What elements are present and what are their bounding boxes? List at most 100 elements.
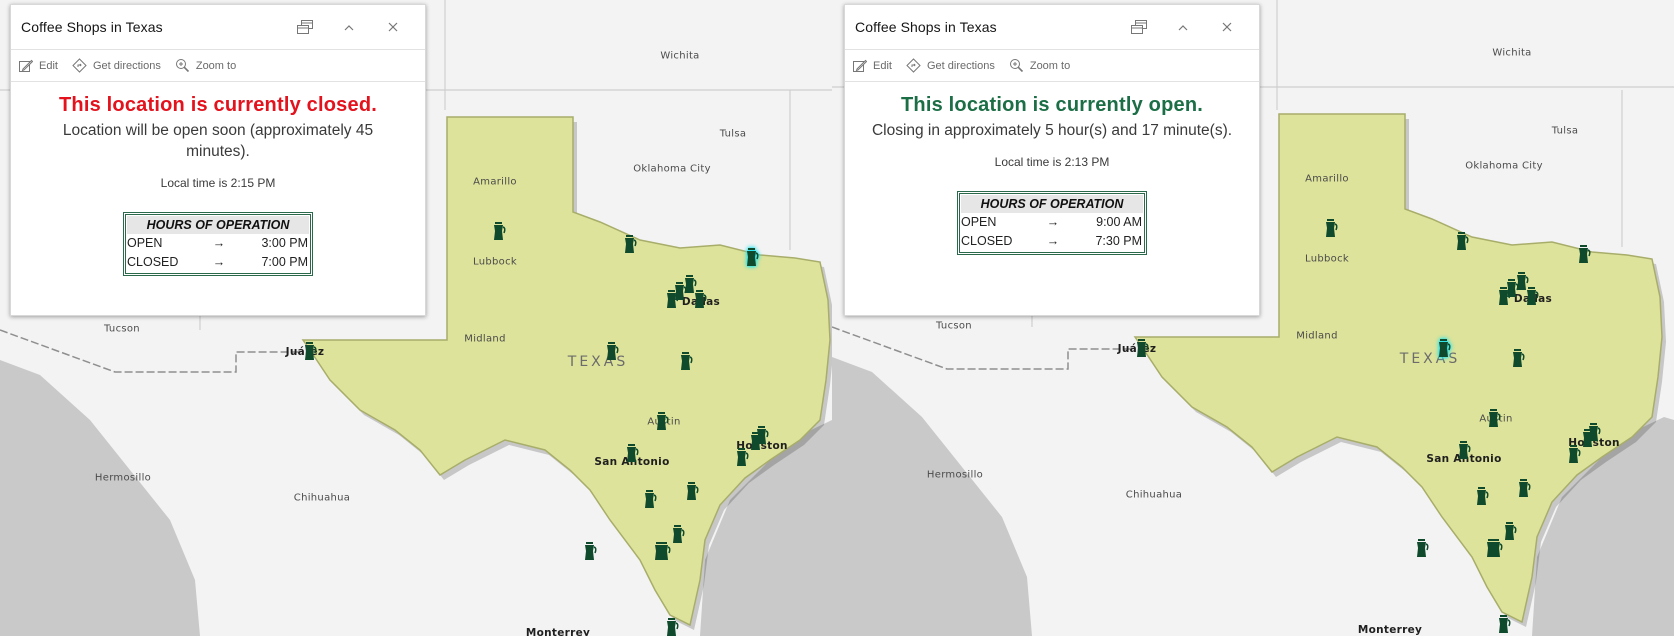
zoom-to-button[interactable]: Zoom to xyxy=(1009,58,1070,73)
close-button[interactable] xyxy=(371,12,415,42)
edit-pencil-icon xyxy=(19,59,33,72)
feature-popup: Coffee Shops in Texas Edit Get direction… xyxy=(10,4,426,316)
coffee-shop-marker[interactable] xyxy=(1497,615,1511,635)
edit-label: Edit xyxy=(39,59,58,72)
coffee-shop-marker[interactable] xyxy=(625,444,639,464)
coffee-shop-marker[interactable] xyxy=(735,448,749,468)
coffee-shop-marker[interactable] xyxy=(623,235,637,255)
coffee-shop-marker[interactable] xyxy=(1587,423,1601,443)
coffee-pot-icon xyxy=(1326,219,1338,237)
directions-diamond-icon xyxy=(72,58,87,73)
status-detail: Closing in approximately 5 hour(s) and 1… xyxy=(871,122,1233,139)
city-label: Amarillo xyxy=(1305,173,1349,185)
coffee-shop-marker[interactable] xyxy=(583,542,597,562)
coffee-shop-marker[interactable] xyxy=(1487,409,1501,429)
coffee-shop-marker[interactable] xyxy=(665,290,679,310)
popup-title: Coffee Shops in Texas xyxy=(855,19,997,35)
coffee-shop-marker[interactable] xyxy=(655,412,669,432)
coffee-shop-marker[interactable] xyxy=(755,426,769,446)
hours-heading: HOURS OF OPERATION xyxy=(127,216,309,234)
status-detail: Location will be open soon (approximatel… xyxy=(62,122,374,160)
coffee-shop-marker[interactable] xyxy=(1511,349,1525,369)
coffee-shop-marker[interactable] xyxy=(1455,232,1469,252)
selected-coffee-shop-marker[interactable] xyxy=(1437,339,1451,359)
coffee-shop-marker[interactable] xyxy=(665,618,679,636)
city-label: Tucson xyxy=(104,323,140,335)
city-label: Chihuahua xyxy=(1125,489,1183,501)
coffee-pot-icon xyxy=(1439,339,1451,357)
hours-label: OPEN xyxy=(961,215,997,229)
edit-button[interactable]: Edit xyxy=(19,59,58,73)
hours-label: CLOSED xyxy=(127,255,179,269)
coffee-shop-marker[interactable] xyxy=(1525,287,1539,307)
coffee-pot-icon xyxy=(1505,522,1517,540)
coffee-shop-marker[interactable] xyxy=(1567,445,1581,465)
coffee-shop-marker[interactable] xyxy=(605,342,619,362)
coffee-shop-marker[interactable] xyxy=(1503,522,1517,542)
status-heading: This location is currently open. xyxy=(900,94,1203,116)
zoom-to-button[interactable]: Zoom to xyxy=(175,58,236,73)
city-label: Oklahoma City xyxy=(633,163,711,175)
hours-value: 9:00 AM xyxy=(1096,215,1142,229)
coffee-shop-marker[interactable] xyxy=(1475,487,1489,507)
coffee-shop-marker[interactable] xyxy=(1517,479,1531,499)
directions-diamond-icon xyxy=(906,58,921,73)
coffee-pot-icon xyxy=(1527,287,1539,305)
dock-button[interactable] xyxy=(283,12,327,42)
hours-value: 7:30 PM xyxy=(1095,234,1142,248)
get-directions-button[interactable]: Get directions xyxy=(906,58,995,73)
city-label: Midland xyxy=(1296,330,1338,342)
dock-button[interactable] xyxy=(1117,12,1161,42)
collapse-button[interactable] xyxy=(327,12,371,42)
coffee-shop-marker[interactable] xyxy=(492,222,506,242)
coffee-shop-marker[interactable] xyxy=(1485,539,1499,559)
map-view-left[interactable]: Wichita Tulsa Oklahoma City Amarillo Lubbock… xyxy=(0,0,832,636)
map-view-right[interactable]: Wichita Tulsa Oklahoma City Amarillo Lubbock… xyxy=(832,0,1674,636)
city-label: Amarillo xyxy=(473,176,517,188)
local-time: Local time is 2:13 PM xyxy=(994,155,1110,169)
coffee-pot-icon xyxy=(1489,409,1501,427)
get-directions-button[interactable]: Get directions xyxy=(72,58,161,73)
city-label: Hermosillo xyxy=(926,469,984,481)
city-label: Hermosillo xyxy=(94,472,152,484)
coffee-shop-marker[interactable] xyxy=(693,290,707,310)
zoom-to-label: Zoom to xyxy=(1029,59,1071,72)
coffee-pot-icon xyxy=(305,342,317,360)
coffee-pot-icon xyxy=(585,542,597,560)
coffee-shop-marker[interactable] xyxy=(1457,441,1471,461)
coffee-shop-marker[interactable] xyxy=(671,525,685,545)
coffee-pot-icon xyxy=(625,235,637,253)
coffee-shop-marker[interactable] xyxy=(653,542,667,562)
coffee-shop-marker[interactable] xyxy=(1577,245,1591,265)
coffee-pot-icon xyxy=(673,525,685,543)
coffee-shop-marker[interactable] xyxy=(303,342,317,362)
coffee-pot-icon xyxy=(737,448,749,466)
popup-actions: Edit Get directions Zoom to xyxy=(11,50,425,82)
coffee-pot-icon xyxy=(1417,539,1429,557)
dock-icon xyxy=(1131,20,1147,34)
coffee-shop-marker[interactable] xyxy=(1135,339,1149,359)
chevron-up-icon xyxy=(1178,24,1188,30)
coffee-shop-marker[interactable] xyxy=(1324,219,1338,239)
close-icon xyxy=(388,22,398,32)
coffee-shop-marker[interactable] xyxy=(643,490,657,510)
selected-coffee-shop-marker[interactable] xyxy=(745,248,759,268)
coffee-shop-marker[interactable] xyxy=(679,352,693,372)
city-label: Monterrey xyxy=(1357,624,1423,636)
chevron-up-icon xyxy=(344,24,354,30)
close-button[interactable] xyxy=(1205,12,1249,42)
edit-button[interactable]: Edit xyxy=(853,59,892,73)
coffee-shop-marker[interactable] xyxy=(685,482,699,502)
popup-header: Coffee Shops in Texas xyxy=(845,5,1259,50)
popup-content: This location is currently closed. Locat… xyxy=(11,82,425,276)
local-time: Local time is 2:15 PM xyxy=(160,176,276,190)
coffee-shop-marker[interactable] xyxy=(1415,539,1429,559)
feature-popup: Coffee Shops in Texas Edit Get direction… xyxy=(844,4,1260,316)
hours-row-closed: CLOSED → 7:00 PM xyxy=(127,253,309,272)
coffee-pot-icon xyxy=(1513,349,1525,367)
coffee-pot-icon xyxy=(1499,615,1511,633)
coffee-shop-marker[interactable] xyxy=(1497,287,1511,307)
coffee-pot-icon xyxy=(1487,539,1499,557)
collapse-button[interactable] xyxy=(1161,12,1205,42)
hours-label: CLOSED xyxy=(961,234,1013,248)
